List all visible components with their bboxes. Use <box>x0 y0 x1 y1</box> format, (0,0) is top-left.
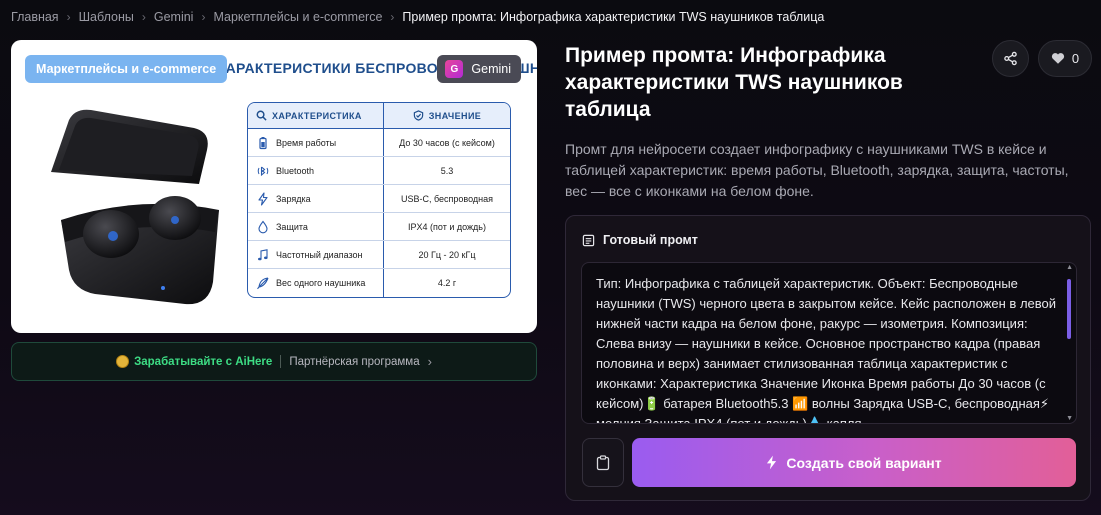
like-count: 0 <box>1071 51 1080 66</box>
prompt-card: Готовый промт Тип: Инфографика с таблице… <box>565 215 1091 501</box>
earn-link[interactable]: Зарабатывайте с AiHere <box>116 355 272 368</box>
table-row: Время работы До 30 часов (с кейсом) <box>248 129 510 157</box>
prompt-heading: Готовый промт <box>582 233 698 247</box>
table-row: Bluetooth 5.3 <box>248 157 510 185</box>
divider <box>280 355 282 368</box>
earbuds-case-illustration <box>51 109 219 305</box>
spec-label: Частотный диапазон <box>276 249 363 260</box>
water-drop-icon <box>258 220 268 233</box>
breadcrumb-templates[interactable]: Шаблоны <box>79 10 134 24</box>
chevron-right-icon: › <box>427 354 432 369</box>
lightning-icon <box>258 191 268 206</box>
category-badge[interactable]: Маркетплейсы и e-commerce <box>25 55 228 83</box>
spec-table-header: ХАРАКТЕРИСТИКА ЗНАЧЕНИЕ <box>248 103 510 129</box>
prompt-text-area[interactable]: Тип: Инфографика с таблицей характеристи… <box>581 262 1077 424</box>
breadcrumb-gemini[interactable]: Gemini <box>154 10 194 24</box>
spec-label: Вес одного наушника <box>276 278 366 288</box>
breadcrumb-separator: › <box>141 10 146 24</box>
spec-label: Время работы <box>276 137 337 148</box>
lightning-icon <box>767 455 777 470</box>
earn-label: Зарабатывайте с AiHere <box>134 355 273 368</box>
table-row: Зарядка USB-C, беспроводная <box>248 185 510 213</box>
breadcrumb-separator: › <box>66 10 71 24</box>
spec-label: Зарядка <box>276 193 311 204</box>
spec-header-value: ЗНАЧЕНИЕ <box>384 103 510 128</box>
battery-icon <box>259 136 267 149</box>
spec-label: Защита <box>276 221 308 232</box>
copy-button[interactable] <box>582 438 624 487</box>
table-row: Защита IPX4 (пот и дождь) <box>248 213 510 241</box>
scrollbar-thumb[interactable] <box>1067 279 1071 339</box>
breadcrumb-separator: › <box>390 10 395 24</box>
spec-header-characteristic: ХАРАКТЕРИСТИКА <box>248 103 384 128</box>
create-variant-button[interactable]: Создать свой вариант <box>632 438 1076 487</box>
check-shield-icon <box>413 110 423 121</box>
partner-program-banner[interactable]: Зарабатывайте с AiHere Партнёрская прогр… <box>11 342 537 381</box>
spec-value: 4.2 г <box>437 278 457 288</box>
spec-value: IPX4 (пот и дождь) <box>408 221 486 232</box>
prompt-text: Тип: Инфографика с таблицей характеристи… <box>596 276 1057 424</box>
description: Промт для нейросети создает инфографику … <box>565 141 1069 199</box>
preview-image[interactable]: Маркетплейсы и e-commerce G Gemini ХАРАК… <box>11 40 537 333</box>
breadcrumb-home[interactable]: Главная <box>11 10 59 24</box>
spec-table: ХАРАКТЕРИСТИКА ЗНАЧЕНИЕ Время работы До … <box>247 102 511 298</box>
feather-icon <box>257 277 269 290</box>
breadcrumb-separator: › <box>201 10 206 24</box>
clipboard-icon <box>596 454 610 470</box>
bluetooth-waves-icon <box>257 166 269 176</box>
table-row: Частотный диапазон 20 Гц - 20 кГц <box>248 241 510 269</box>
model-badge[interactable]: G Gemini <box>437 55 521 83</box>
partner-program-label: Партнёрская программа <box>289 355 420 368</box>
share-icon <box>1004 51 1017 66</box>
spec-value: 20 Гц - 20 кГц <box>418 249 476 260</box>
heart-icon <box>1051 53 1064 64</box>
gemini-icon: G <box>445 60 464 78</box>
document-icon <box>582 234 595 246</box>
spec-label: Bluetooth <box>276 165 315 176</box>
breadcrumb-current: Пример промта: Инфографика характеристик… <box>402 10 825 24</box>
money-bag-icon <box>116 355 130 368</box>
breadcrumb-marketplaces[interactable]: Маркетплейсы и e-commerce <box>213 10 382 24</box>
table-row: Вес одного наушника 4.2 г <box>248 269 510 297</box>
spec-value: 5.3 <box>440 165 454 176</box>
music-note-icon <box>258 248 268 260</box>
scroll-down-arrow-icon[interactable]: ▼ <box>1066 415 1073 422</box>
like-button[interactable]: 0 <box>1038 40 1092 77</box>
page-title: Пример промта: Инфографика характеристик… <box>565 44 903 121</box>
spec-value: USB-C, беспроводная <box>400 193 494 204</box>
breadcrumb: Главная › Шаблоны › Gemini › Маркетплейс… <box>11 9 824 25</box>
spec-value: До 30 часов (с кейсом) <box>399 137 495 148</box>
magnifier-icon <box>256 110 267 121</box>
scroll-up-arrow-icon[interactable]: ▲ <box>1066 264 1073 271</box>
share-button[interactable] <box>992 40 1029 77</box>
model-badge-label: Gemini <box>471 62 511 76</box>
